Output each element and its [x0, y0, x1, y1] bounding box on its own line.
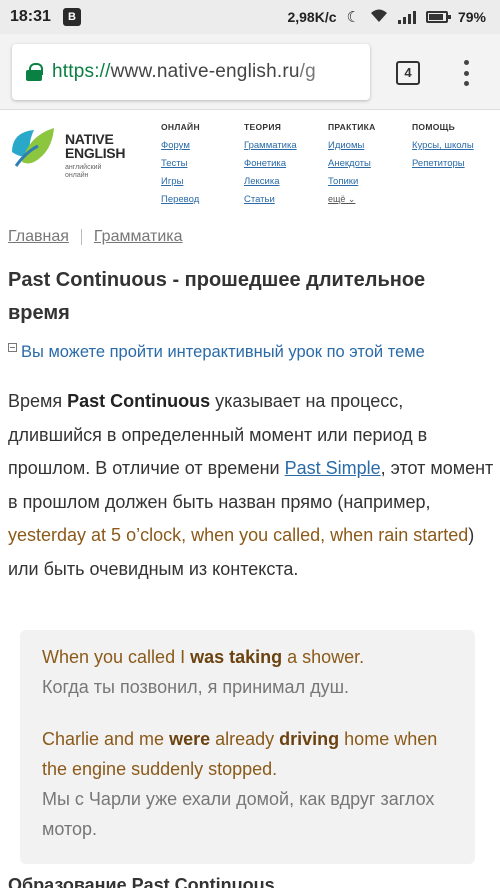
- network-speed: 2,98K/c: [287, 9, 337, 25]
- nav-heading: ПРАКТИКА: [328, 122, 376, 132]
- nav-column-online: ОНЛАЙН Форум Тесты Игры Перевод: [161, 122, 200, 212]
- address-bar[interactable]: https://www.native-english.ru/g: [12, 44, 370, 100]
- nav-link-jokes[interactable]: Анекдоты: [328, 158, 376, 169]
- intro-term: Past Continuous: [67, 391, 211, 411]
- interactive-lesson-link[interactable]: Вы можете пройти интерактивный урок по э…: [8, 343, 425, 362]
- example-english: Charlie and me were already driving home…: [42, 729, 438, 779]
- nav-heading: ПОМОЩЬ: [412, 122, 455, 132]
- intro-examples: yesterday at 5 o’clock, when you called,…: [8, 525, 469, 545]
- nav-link-games[interactable]: Игры: [161, 176, 200, 187]
- url-path: /g: [299, 61, 316, 82]
- nav-link-vocabulary[interactable]: Лексика: [244, 176, 297, 187]
- examples-box: When you called I was taking a shower. К…: [20, 630, 475, 864]
- url-scheme: https://: [52, 61, 111, 82]
- example-russian: Мы с Чарли уже ехали домой, как вдруг за…: [42, 789, 435, 839]
- nav-link-tests[interactable]: Тесты: [161, 158, 200, 169]
- status-bar: 18:31 B 2,98K/c ☾ 79%: [0, 0, 500, 34]
- leaf-logo-icon: [12, 128, 54, 167]
- breadcrumb-grammar[interactable]: Грамматика: [94, 228, 183, 246]
- logo-title-line2: ENGLISH: [65, 145, 126, 161]
- tab-switcher-button[interactable]: 4: [396, 61, 420, 85]
- breadcrumb-home[interactable]: Главная: [8, 228, 69, 246]
- battery-icon: [425, 11, 451, 23]
- lesson-link-text: Вы можете пройти интерактивный урок по э…: [21, 343, 425, 361]
- nav-link-articles[interactable]: Статьи: [244, 194, 297, 205]
- example-english: When you called I was taking a shower.: [42, 647, 365, 667]
- site-header: NATIVE ENGLISH английский онлайн ОНЛАЙН …: [0, 110, 500, 214]
- nav-column-practice: ПРАКТИКА Идиомы Анекдоты Топики ещё ⌄: [328, 122, 376, 205]
- wifi-icon: [370, 9, 388, 26]
- nav-column-theory: ТЕОРИЯ Грамматика Фонетика Лексика Стать…: [244, 122, 297, 212]
- example-item: Charlie and me were already driving home…: [42, 724, 453, 844]
- status-time: 18:31: [10, 8, 51, 25]
- moon-icon: ☾: [346, 9, 360, 26]
- nav-link-topics[interactable]: Топики: [328, 176, 376, 187]
- logo-subtitle: английский онлайн: [65, 164, 101, 180]
- nav-link-idioms[interactable]: Идиомы: [328, 140, 376, 151]
- page-title: Past Continuous - прошедшее длительное в…: [8, 269, 426, 324]
- nav-link-courses[interactable]: Курсы, школы: [412, 140, 474, 151]
- breadcrumb-separator: [80, 229, 82, 245]
- intro-text: Время: [8, 391, 68, 411]
- intro-paragraph: Время Past Continuous указывает на проце…: [8, 385, 494, 586]
- nav-link-tutors[interactable]: Репетиторы: [412, 158, 474, 169]
- logo-sub-line1: английский: [65, 164, 102, 171]
- section-heading-formation: Образование Past Continuous: [8, 875, 275, 888]
- past-simple-link[interactable]: Past Simple: [285, 458, 381, 478]
- signal-icon: [397, 10, 416, 24]
- app-notification-icon: B: [62, 8, 81, 26]
- nav-link-forum[interactable]: Форум: [161, 140, 200, 151]
- nav-more-dropdown[interactable]: ещё ⌄: [328, 194, 355, 204]
- url-host: www.native-english.ru: [110, 61, 300, 82]
- nav-link-grammar[interactable]: Грамматика: [244, 140, 297, 151]
- status-right: 2,98K/c ☾ 79%: [287, 8, 486, 26]
- lesson-icon: [8, 343, 17, 352]
- nav-link-phonetics[interactable]: Фонетика: [244, 158, 297, 169]
- example-item: When you called I was taking a shower. К…: [42, 642, 453, 702]
- logo-sub-line2: онлайн: [65, 172, 89, 179]
- logo-title: NATIVE ENGLISH: [65, 132, 125, 160]
- lock-icon: [26, 63, 43, 81]
- nav-column-help: ПОМОЩЬ Курсы, школы Репетиторы: [412, 122, 474, 176]
- nav-link-translate[interactable]: Перевод: [161, 194, 200, 205]
- example-russian: Когда ты позвонил, я принимал душ.: [42, 677, 350, 697]
- nav-heading: ОНЛАЙН: [161, 122, 200, 132]
- nav-heading: ТЕОРИЯ: [244, 122, 282, 132]
- browser-toolbar: https://www.native-english.ru/g 4: [0, 34, 500, 110]
- battery-level: 79%: [457, 9, 486, 25]
- site-logo[interactable]: NATIVE ENGLISH английский онлайн: [8, 120, 158, 180]
- logo-title-line1: NATIVE: [65, 131, 114, 147]
- breadcrumb: Главная Грамматика: [8, 228, 183, 246]
- url-text: https://www.native-english.ru/g: [52, 61, 316, 83]
- overflow-menu-icon[interactable]: [462, 60, 470, 86]
